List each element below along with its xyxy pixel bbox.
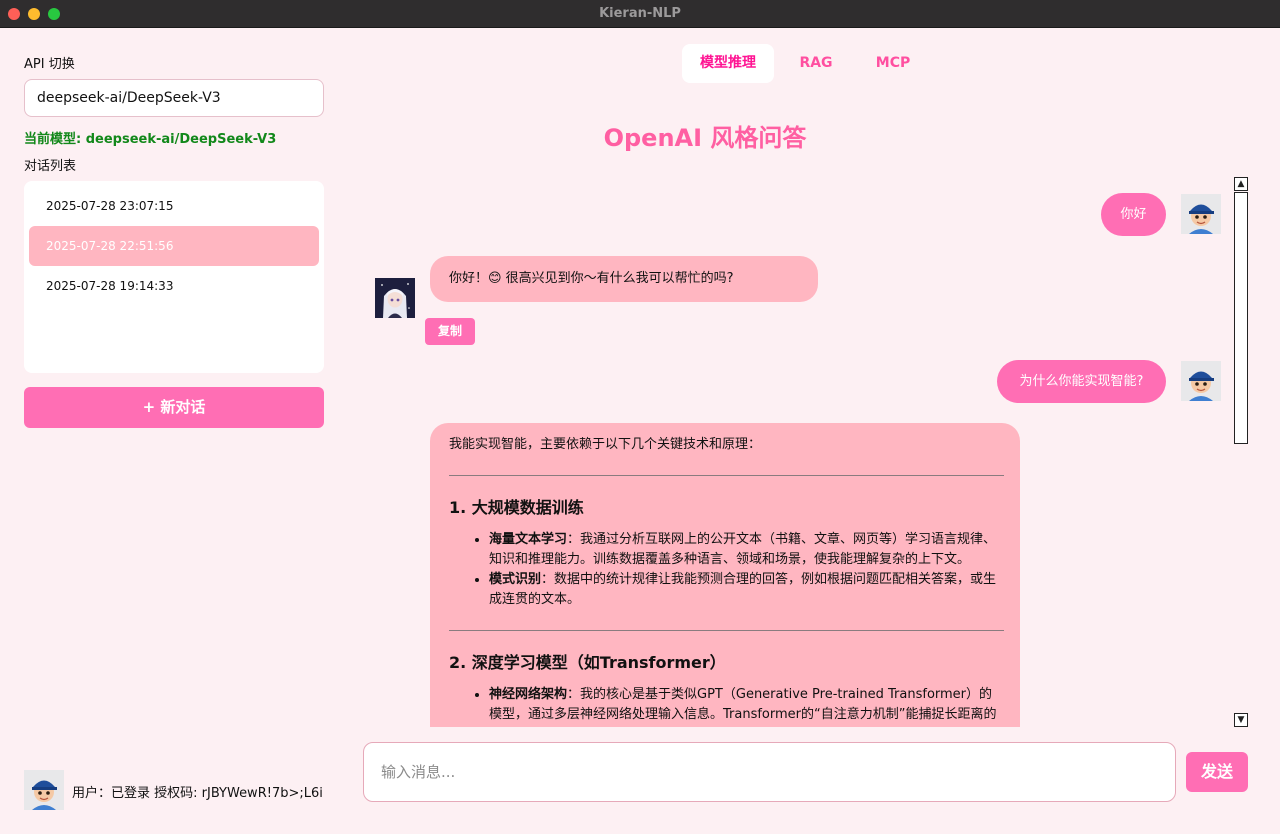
conversation-list: 2025-07-28 23:07:15 2025-07-28 22:51:56 … (24, 181, 324, 373)
conversation-item[interactable]: 2025-07-28 23:07:15 (29, 186, 319, 226)
divider (449, 475, 1004, 476)
scrollbar-thumb[interactable] (1234, 192, 1248, 444)
tab-model-inference[interactable]: 模型推理 (682, 44, 774, 83)
send-button[interactable]: 发送 (1186, 752, 1248, 792)
chat-history[interactable]: 你好 你好！😊 很高兴见到你～有什么我可以帮忙的吗? 复制 为什么你能实现智能? (360, 175, 1250, 727)
message-input[interactable]: 输入消息... (363, 742, 1176, 802)
conversation-item-active[interactable]: 2025-07-28 22:51:56 (29, 226, 319, 266)
reply-section-title: 1. 大规模数据训练 (449, 498, 584, 517)
reply-section-title: 2. 深度学习模型（如Transformer） (449, 653, 726, 672)
tab-mcp[interactable]: MCP (860, 44, 926, 83)
user-message: 为什么你能实现智能? (997, 360, 1166, 403)
conversation-list-label: 对话列表 (24, 159, 77, 174)
page-title: OpenAI 风格问答 (603, 124, 807, 152)
reply-list-item: 神经网络架构：我的核心是基于类似GPT（Generative Pre-train… (489, 685, 1004, 727)
api-switch-label: API 切换 (24, 57, 75, 72)
new-chat-button[interactable]: + 新对话 (24, 387, 324, 428)
user-avatar (24, 770, 64, 810)
user-avatar (1181, 194, 1221, 234)
divider (449, 630, 1004, 631)
window-title: Kieran-NLP (599, 6, 681, 21)
title-bar: Kieran-NLP (0, 0, 1280, 28)
user-avatar (1181, 361, 1221, 401)
reply-intro: 我能实现智能，主要依赖于以下几个关键技术和原理： (449, 437, 762, 452)
assistant-message: 你好！😊 很高兴见到你～有什么我可以帮忙的吗? (430, 256, 818, 302)
scroll-up-icon[interactable]: ▲ (1234, 177, 1248, 191)
assistant-message-long: 我能实现智能，主要依赖于以下几个关键技术和原理： 1. 大规模数据训练 海量文本… (430, 423, 1020, 727)
reply-list-item: 海量文本学习：我通过分析互联网上的公开文本（书籍、文章、网页等）学习语言规律、知… (489, 530, 1004, 570)
reply-list: 神经网络架构：我的核心是基于类似GPT（Generative Pre-train… (489, 685, 1004, 727)
conversation-item[interactable]: 2025-07-28 19:14:33 (29, 266, 319, 306)
tab-rag[interactable]: RAG (784, 44, 848, 83)
current-model-text: 当前模型: deepseek-ai/DeepSeek-V3 (24, 132, 277, 147)
scroll-down-icon[interactable]: ▼ (1234, 713, 1248, 727)
chat-scrollbar[interactable]: ▲ ▼ (1234, 177, 1248, 727)
reply-list: 海量文本学习：我通过分析互联网上的公开文本（书籍、文章、网页等）学习语言规律、知… (489, 530, 1004, 610)
assistant-avatar (375, 278, 415, 318)
user-message: 你好 (1101, 193, 1166, 236)
api-model-input[interactable]: deepseek-ai/DeepSeek-V3 (24, 79, 324, 117)
user-status-text: 用户：已登录 授权码: rJBYWewR!7b>;L6i (72, 786, 323, 801)
reply-list-item: 模式识别：数据中的统计规律让我能预测合理的回答，例如根据问题匹配相关答案，或生成… (489, 570, 1004, 610)
copy-button[interactable]: 复制 (425, 318, 475, 345)
